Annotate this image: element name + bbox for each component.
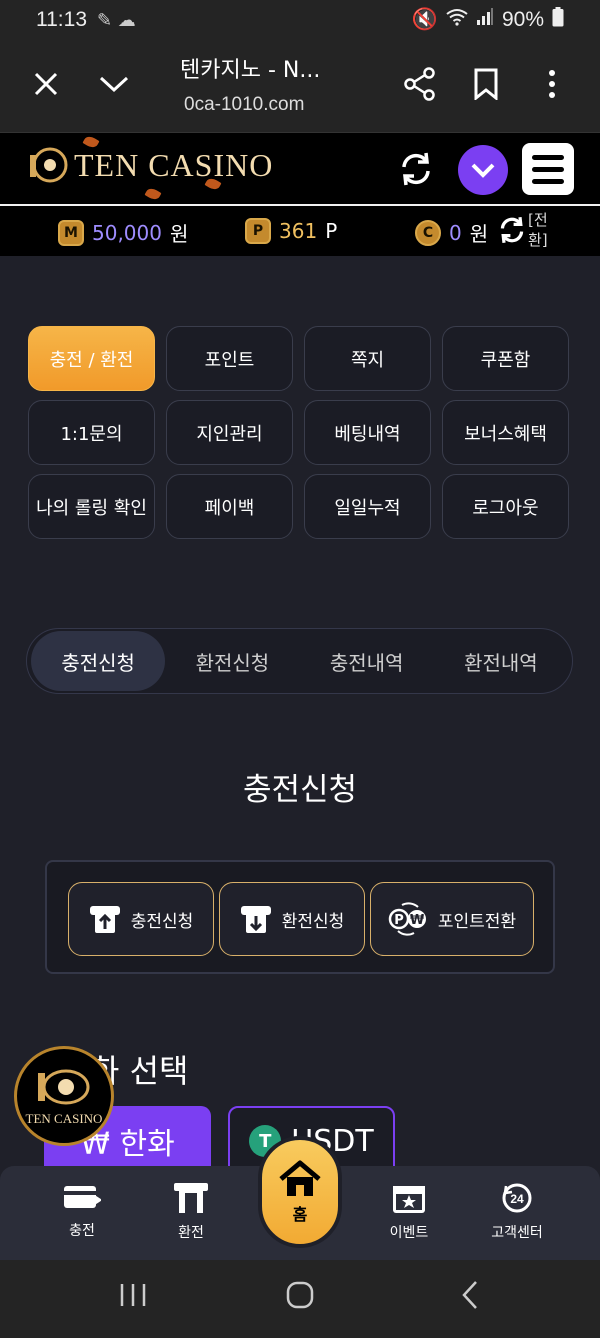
tab-withdraw-request[interactable]: 환전신청 [165,631,299,691]
menu-daily[interactable]: 일일누적 [304,474,431,539]
menu-rolling[interactable]: 나의 롤링 확인 [28,474,155,539]
nav-event[interactable]: 이벤트 [364,1182,454,1242]
withdraw-request-label: 환전신청 [281,911,345,932]
url-display[interactable]: 0ca-1010.com [184,94,304,116]
battery-text: 90% [501,8,544,31]
share-icon[interactable] [400,64,440,104]
refresh-icon [500,217,524,243]
home-nav-icon[interactable] [285,1280,315,1314]
calendar-star-icon [393,1186,425,1213]
point-value: 361 [279,219,318,243]
money-balance: M 50,000 원 [58,218,188,247]
point-convert-icon: P ₩ [388,902,426,936]
close-icon[interactable] [26,64,66,104]
coin-balance: C 0 원 [415,218,488,247]
browser-toolbar: 텐카지노 - N... 0ca-1010.com [0,40,600,132]
nav-withdraw[interactable]: 환전 [146,1182,236,1242]
nav-home[interactable]: 홈 [258,1136,342,1248]
point-unit: P [325,219,338,243]
money-icon: M [58,219,84,246]
notification-icons: ✎ ☁ [97,9,136,31]
svg-text:P: P [394,913,404,928]
leaf-decoration [144,186,162,202]
chevron-down-icon[interactable] [94,64,134,104]
point-balance: P 361 P [245,218,337,244]
point-convert-button[interactable]: P ₩ 포인트전환 [370,882,534,956]
home-icon [279,1160,321,1196]
menu-payback[interactable]: 페이백 [166,474,293,539]
menu-bet-history[interactable]: 베팅내역 [304,400,431,465]
convert-button[interactable]: [전 환] [496,210,552,250]
hamburger-menu-button[interactable] [522,143,574,195]
back-icon[interactable] [456,1280,486,1314]
floating-logo-button[interactable]: TEN CASINO [14,1046,114,1146]
point-icon: P [245,218,271,244]
menu-deposit-withdraw[interactable]: 충전 / 환전 [28,326,155,391]
nav-withdraw-label: 환전 [178,1225,204,1241]
status-time: 11:13 [36,8,87,31]
tab-title: 텐카지노 - N... [180,58,321,83]
wifi-icon [446,8,468,32]
money-value: 50,000 [92,220,162,245]
menu-referral[interactable]: 지인관리 [166,400,293,465]
coin-unit: 원 [469,222,489,246]
tab-deposit-history[interactable]: 충전내역 [300,631,434,691]
nav-support[interactable]: 24 고객센터 [472,1182,562,1242]
withdraw-icon [240,906,271,933]
deposit-request-label: 충전신청 [130,911,194,932]
site-logo[interactable]: TEN CASINO [26,134,274,202]
site-header: TEN CASINO [0,132,600,204]
withdraw-request-button[interactable]: 환전신청 [219,882,365,956]
deposit-request-button[interactable]: 충전신청 [68,882,214,956]
battery-icon [552,7,564,33]
wallet-card-icon [64,1186,101,1208]
coin-value: 0 [449,220,462,245]
recent-apps-icon[interactable] [118,1280,148,1314]
convert-label: [전 환] [528,211,548,249]
tab-deposit-request[interactable]: 충전신청 [31,631,166,691]
chevron-down-icon [471,163,495,178]
status-right: 🔇 90% [412,7,564,33]
logo-mark-icon [38,1069,90,1105]
menu-coupon[interactable]: 쿠폰함 [442,326,569,391]
nav-home-label: 홈 [292,1205,308,1224]
support-24h-icon: 24 [502,1183,532,1213]
dropdown-button[interactable] [458,145,508,195]
atm-icon [174,1183,208,1213]
point-convert-label: 포인트전환 [437,911,517,932]
nav-deposit[interactable]: 충전 [37,1182,127,1240]
section-title: 충전신청 [242,772,358,808]
balance-bar: M 50,000 원 P 361 P C 0 원 [전 환] [0,204,600,256]
menu-bonus[interactable]: 보너스혜택 [442,400,569,465]
tab-withdraw-history[interactable]: 환전내역 [434,631,568,691]
more-options-icon[interactable] [532,64,572,104]
svg-text:24: 24 [510,1192,524,1206]
deposit-icon [89,906,120,933]
menu-logout[interactable]: 로그아웃 [442,474,569,539]
menu-point[interactable]: 포인트 [166,326,293,391]
account-menu-grid: 충전 / 환전 포인트 쪽지 쿠폰함 1:1문의 지인관리 베팅내역 보너스혜택… [28,326,570,539]
action-box: 충전신청 환전신청 P ₩ 포인트전환 [45,860,555,974]
nav-deposit-label: 충전 [69,1223,95,1239]
logo-mark-icon [26,143,70,187]
status-bar: 11:13 ✎ ☁ 🔇 90% [0,0,600,40]
nav-support-label: 고객센터 [491,1225,543,1241]
coin-icon: C [415,219,441,246]
android-nav-bar [0,1260,600,1338]
menu-message[interactable]: 쪽지 [304,326,431,391]
nav-event-label: 이벤트 [389,1225,429,1241]
signal-icon [476,8,494,32]
refresh-icon[interactable] [396,149,436,189]
menu-inquiry[interactable]: 1:1문의 [28,400,155,465]
transaction-tabs: 충전신청 환전신청 충전내역 환전내역 [26,628,573,694]
logo-text: TEN CASINO [74,146,274,183]
floating-logo-text: TEN CASINO [25,1111,103,1126]
money-unit: 원 [169,222,189,246]
mute-icon: 🔇 [411,8,438,31]
svg-text:₩: ₩ [410,913,425,928]
bookmark-icon[interactable] [466,64,506,104]
